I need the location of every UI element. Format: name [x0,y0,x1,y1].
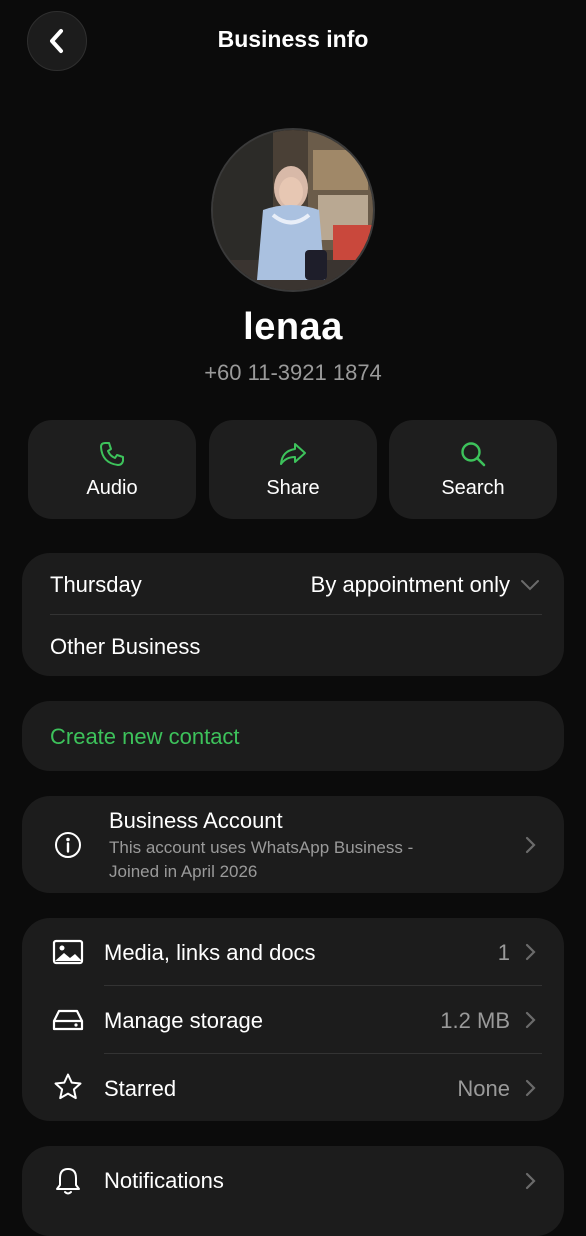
media-count: 1 [497,940,510,965]
manage-storage-row[interactable]: Manage storage 1.2 MB [22,986,564,1054]
business-account-description-line2: Joined in April 2026 [109,862,258,881]
bell-icon [56,1168,80,1195]
media-label: Media, links and docs [104,940,316,965]
page-title: Business info [217,26,369,52]
contact-phone: +60 11-3921 1874 [204,360,382,385]
divider [50,614,542,615]
image-icon [52,939,84,965]
notifications-row[interactable]: Notifications [22,1146,564,1236]
media-links-docs-row[interactable]: Media, links and docs 1 [22,918,564,986]
share-button[interactable]: Share [209,420,377,519]
search-label: Search [441,477,505,499]
starred-row[interactable]: Starred None [22,1054,564,1121]
create-contact-button[interactable]: Create new contact [22,701,564,771]
chevron-right-icon [525,1079,536,1097]
hours-status: By appointment only [310,572,510,597]
notifications-label: Notifications [104,1168,224,1193]
share-label: Share [266,477,320,499]
business-category: Other Business [50,634,201,659]
chevron-right-icon [525,1011,536,1029]
starred-value: None [457,1076,510,1101]
info-icon [55,832,81,858]
business-account-row[interactable]: Business Account This account uses Whats… [22,796,564,893]
create-contact-label: Create new contact [50,724,240,749]
star-icon [54,1073,82,1100]
hours-dropdown[interactable]: By appointment only [311,572,540,598]
audio-label: Audio [86,477,138,499]
audio-call-button[interactable]: Audio [28,420,196,519]
storage-size: 1.2 MB [440,1008,510,1033]
starred-label: Starred [104,1076,177,1101]
hours-day: Thursday [50,572,142,597]
search-icon [461,442,486,467]
chevron-right-icon [525,836,536,854]
chevron-right-icon [525,943,536,961]
storage-icon [52,1009,84,1031]
search-button[interactable]: Search [389,420,557,519]
chevron-down-icon [521,580,539,591]
contact-name: lenaa [243,306,343,348]
media-section-card: Media, links and docs 1 Manage storage 1… [22,918,564,1121]
chevron-right-icon [525,1172,536,1190]
business-account-title: Business Account [109,808,283,833]
phone-icon [100,442,124,466]
avatar[interactable] [211,128,375,292]
storage-label: Manage storage [104,1008,263,1033]
share-icon [280,443,306,465]
business-account-description-line1: This account uses WhatsApp Business - [109,838,414,857]
business-hours-card: Thursday By appointment only Other Busin… [22,553,564,676]
